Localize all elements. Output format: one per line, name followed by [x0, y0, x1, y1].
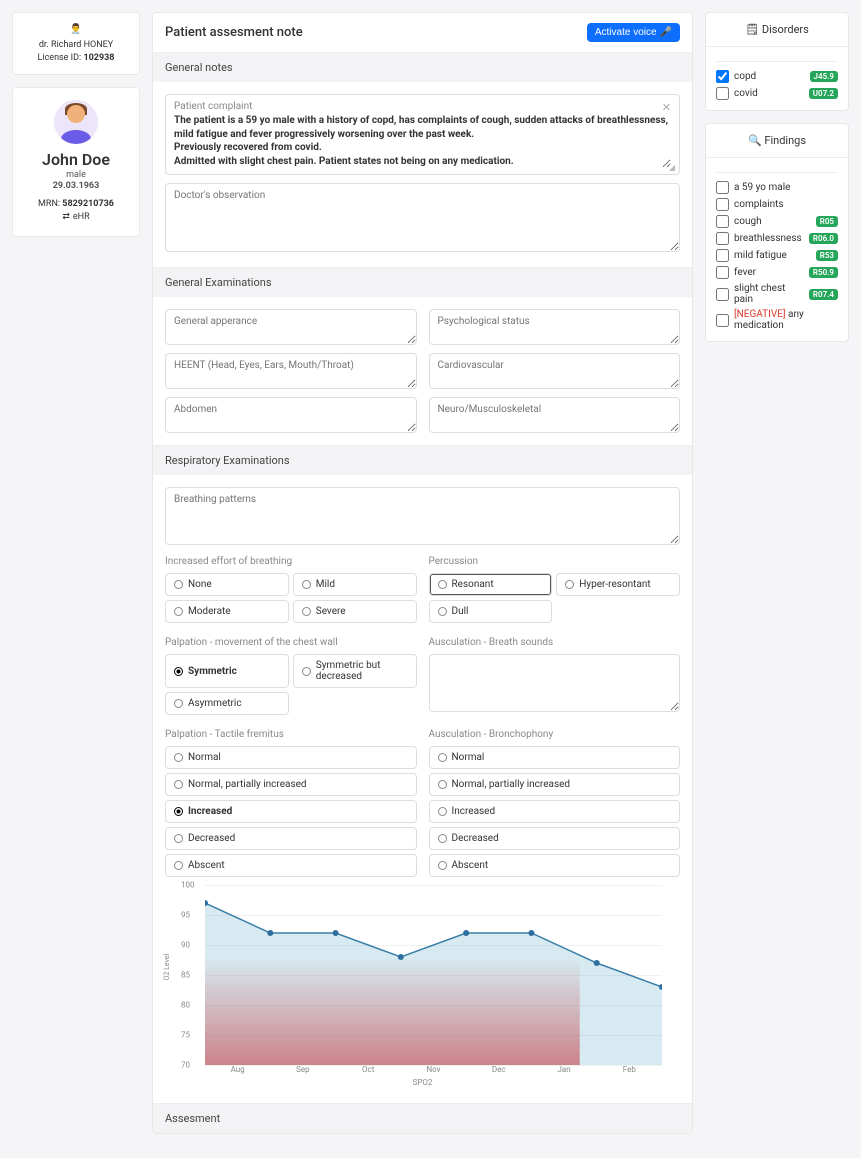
general-appearance-input[interactable]	[165, 309, 417, 345]
palp-symmetric[interactable]: Symmetric	[165, 654, 289, 688]
activate-voice-button[interactable]: Activate voice 🎤	[587, 23, 680, 42]
palp-asymmetric[interactable]: Asymmetric	[165, 692, 289, 715]
finding-item[interactable]: mild fatigueR53	[716, 247, 838, 264]
microphone-icon: 🎤	[660, 27, 672, 38]
percussion-label: Percussion	[429, 556, 681, 567]
finding-checkbox[interactable]	[716, 181, 729, 194]
page-title: Patient assesment note	[165, 25, 303, 40]
ausc-bronch-label: Ausculation - Bronchophony	[429, 729, 681, 740]
patient-gender: male	[21, 170, 131, 180]
bronch-normal[interactable]: Normal	[429, 746, 681, 769]
ausc-breath-input[interactable]	[429, 654, 681, 712]
section-general-exams: General Examinations	[153, 268, 692, 297]
finding-checkbox[interactable]	[716, 198, 729, 211]
effort-moderate[interactable]: Moderate	[165, 600, 289, 623]
palpation-tactile-label: Palpation - Tactile fremitus	[165, 729, 417, 740]
disorder-checkbox[interactable]	[716, 70, 729, 83]
finding-item[interactable]: [NEGATIVE] any medication	[716, 307, 838, 333]
search-icon: 🔍	[748, 134, 762, 147]
avatar	[54, 100, 98, 144]
effort-none[interactable]: None	[165, 573, 289, 596]
ausc-breath-label: Ausculation - Breath sounds	[429, 637, 681, 648]
findings-title: 🔍 Findings	[706, 124, 848, 158]
tact-normal[interactable]: Normal	[165, 746, 417, 769]
assessment-note-card: Patient assesment note Activate voice 🎤 …	[152, 12, 693, 1134]
palp-sym-decreased[interactable]: Symmetric but decreased	[293, 654, 417, 688]
finding-checkbox[interactable]	[716, 288, 729, 301]
spo2-chart: O2 Level 707580859095100 AugSepOctNovDec…	[165, 877, 680, 1091]
patient-mrn: MRN: 5829210736	[21, 199, 131, 209]
palpation-move-label: Palpation - movement of the chest wall	[165, 637, 417, 648]
finding-item[interactable]: feverR50.9	[716, 264, 838, 281]
finding-item[interactable]: slight chest painR07.4	[716, 281, 838, 307]
bronch-decreased[interactable]: Decreased	[429, 827, 681, 850]
doctor-license: License ID: 102938	[19, 52, 133, 65]
tact-decreased[interactable]: Decreased	[165, 827, 417, 850]
neuro-input[interactable]	[429, 397, 681, 433]
finding-item[interactable]: complaints	[716, 196, 838, 213]
finding-checkbox[interactable]	[716, 215, 729, 228]
cardiovascular-input[interactable]	[429, 353, 681, 389]
patient-ehr-link[interactable]: ⇄ eHR	[62, 212, 89, 222]
tact-increased[interactable]: Increased	[165, 800, 417, 823]
patient-name: John Doe	[21, 150, 131, 169]
disorder-item[interactable]: covidU07.2	[716, 85, 838, 102]
doctor-name: dr. Richard HONEY	[19, 39, 133, 52]
finding-checkbox[interactable]	[716, 232, 729, 245]
effort-severe[interactable]: Severe	[293, 600, 417, 623]
finding-item[interactable]: coughR05	[716, 213, 838, 230]
patient-dob: 29.03.1963	[21, 181, 131, 191]
psychological-status-input[interactable]	[429, 309, 681, 345]
bronch-increased[interactable]: Increased	[429, 800, 681, 823]
finding-checkbox[interactable]	[716, 266, 729, 279]
effort-mild[interactable]: Mild	[293, 573, 417, 596]
patient-complaint-text: The patient is a 59 yo male with a histo…	[174, 114, 671, 168]
disorder-checkbox[interactable]	[716, 87, 729, 100]
findings-panel: 🔍 Findings a 59 yo malecomplaintscoughR0…	[705, 123, 849, 342]
patient-complaint-box[interactable]: Patient complaint The patient is a 59 yo…	[165, 94, 680, 175]
heent-input[interactable]	[165, 353, 417, 389]
finding-checkbox[interactable]	[716, 249, 729, 262]
bronch-abscent[interactable]: Abscent	[429, 854, 681, 877]
tact-abscent[interactable]: Abscent	[165, 854, 417, 877]
doctor-card: 👨‍⚕️ dr. Richard HONEY License ID: 10293…	[12, 12, 140, 75]
clipboard-icon: 🗒	[745, 23, 759, 36]
section-respiratory: Respiratory Examinations	[153, 446, 692, 475]
close-icon[interactable]: ✕	[662, 101, 671, 114]
tact-normal-inc[interactable]: Normal, partially increased	[165, 773, 417, 796]
perc-hyper[interactable]: Hyper-resontant	[556, 573, 680, 596]
doctors-observation-input[interactable]	[165, 183, 680, 252]
doctor-icon: 👨‍⚕️	[19, 23, 133, 37]
abdomen-input[interactable]	[165, 397, 417, 433]
finding-checkbox[interactable]	[716, 314, 729, 327]
patient-card: John Doe male 29.03.1963 MRN: 5829210736…	[12, 87, 140, 237]
section-assessment: Assesment	[153, 1104, 692, 1133]
disorders-title: 🗒 Disorders	[706, 13, 848, 47]
disorders-panel: 🗒 Disorders copdJ45.9covidU07.2	[705, 12, 849, 111]
perc-dull[interactable]: Dull	[429, 600, 553, 623]
finding-item[interactable]: a 59 yo male	[716, 179, 838, 196]
breathing-patterns-input[interactable]	[165, 487, 680, 545]
bronch-normal-inc[interactable]: Normal, partially increased	[429, 773, 681, 796]
finding-item[interactable]: breathlessnessR06.0	[716, 230, 838, 247]
share-icon: ⇄	[62, 212, 70, 222]
disorder-item[interactable]: copdJ45.9	[716, 68, 838, 85]
section-general-notes: General notes	[153, 53, 692, 82]
effort-label: Increased effort of breathing	[165, 556, 417, 567]
perc-resonant[interactable]: Resonant	[429, 573, 553, 596]
